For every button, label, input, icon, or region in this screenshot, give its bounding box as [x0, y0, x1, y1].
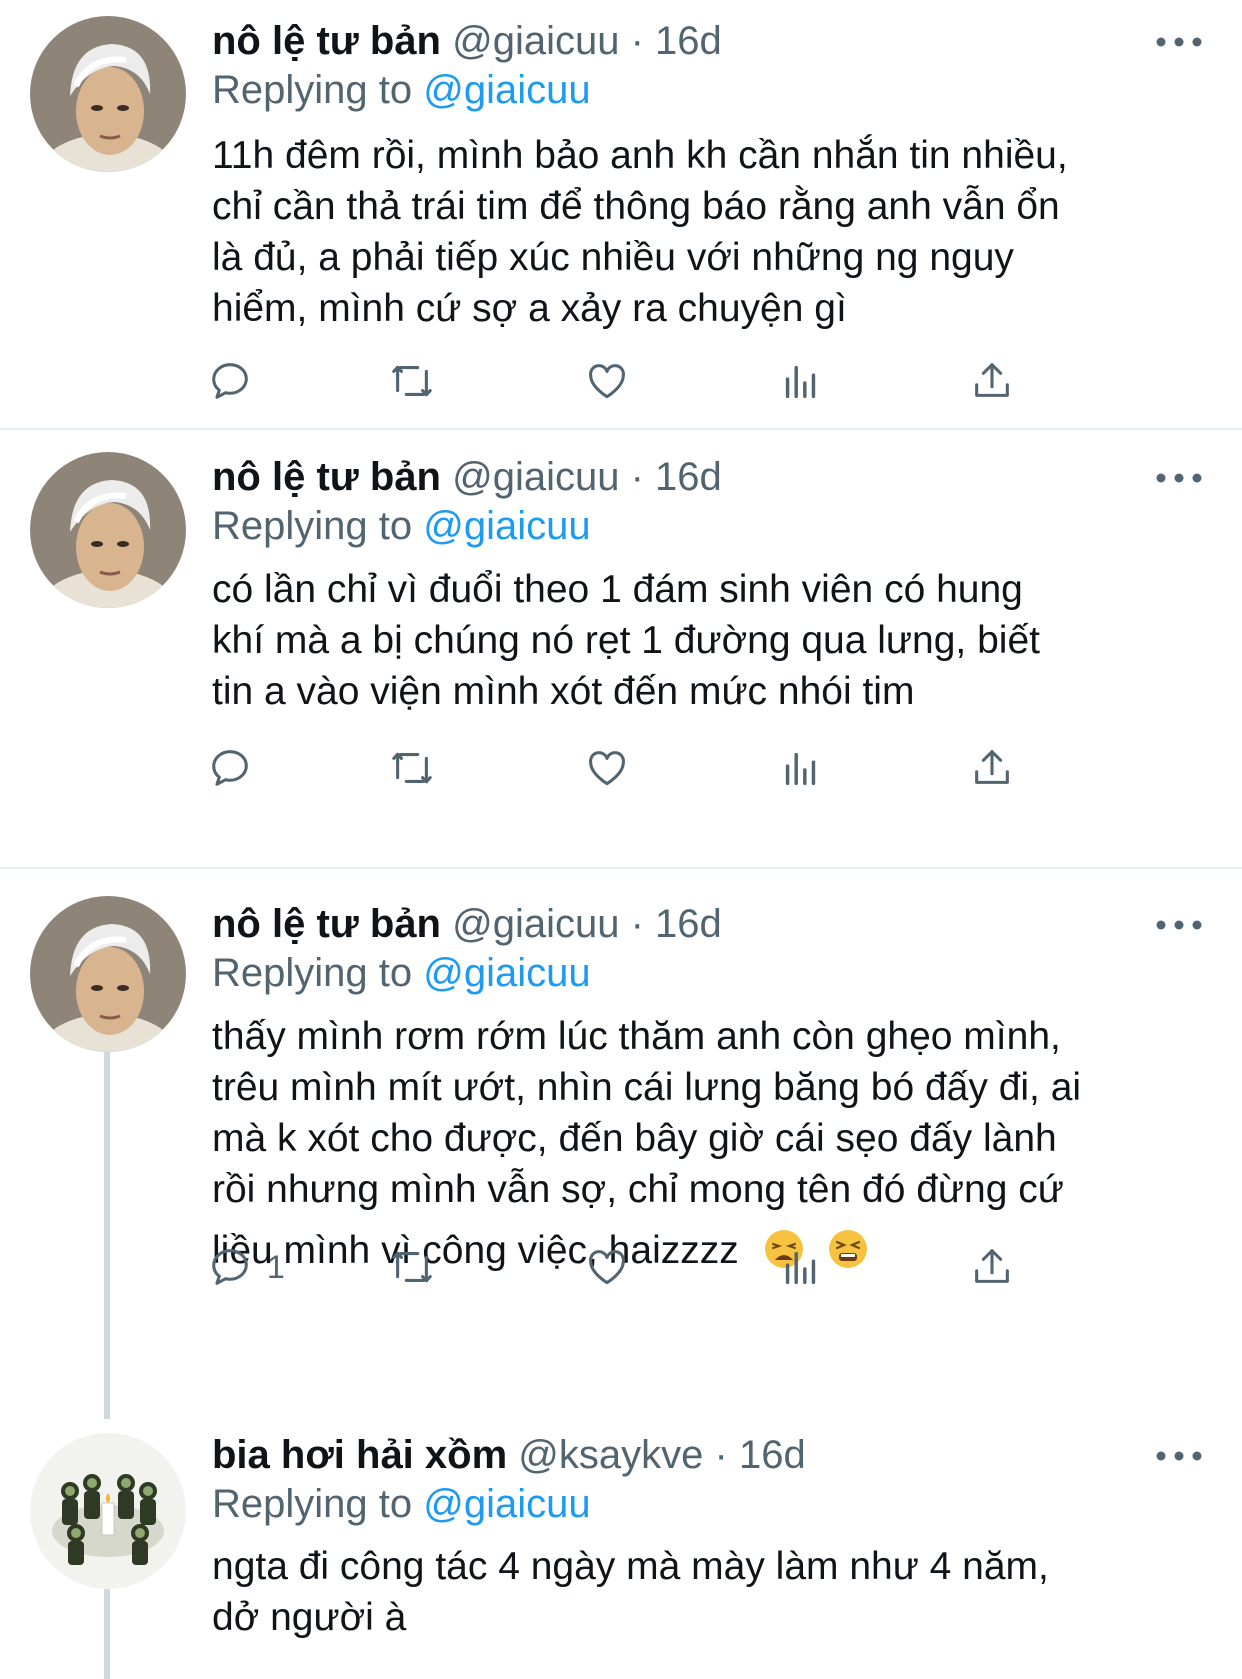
- thread-line: [104, 1049, 110, 1419]
- mention-link[interactable]: @giaicuu: [423, 951, 590, 995]
- share-icon: [975, 750, 1009, 784]
- reply-icon: [212, 363, 248, 399]
- tweet-text-line: chỉ cần thả trái tim để thông báo rằng a…: [212, 185, 1060, 228]
- mention-link[interactable]: @giaicuu: [423, 1482, 590, 1526]
- mention-link[interactable]: @giaicuu: [423, 68, 590, 112]
- reply-icon: [212, 1249, 248, 1285]
- timestamp[interactable]: 16d: [655, 19, 722, 63]
- tweet-text-line: khí mà a bị chúng nó rẹt 1 đường qua lưn…: [212, 619, 1040, 662]
- thread-line: [104, 1589, 110, 1679]
- display-name[interactable]: nô lệ tư bản: [212, 902, 441, 946]
- user-handle[interactable]: @ksaykve: [518, 1433, 703, 1477]
- tweet-text: ngta đi công tác 4 ngày mà mày làm như 4…: [212, 1541, 1202, 1643]
- tweet-header: nô lệ tư bản @giaicuu · 16d: [212, 17, 722, 65]
- like-button[interactable]: [584, 353, 630, 409]
- retweet-icon: [392, 365, 432, 397]
- tweet-text-line: hiểm, mình cứ sợ a xảy ra chuyện gì: [212, 287, 847, 330]
- reply-button[interactable]: [207, 740, 267, 796]
- mention-link[interactable]: @giaicuu: [423, 504, 590, 548]
- tweet-3[interactable]: nô lệ tư bản @giaicuu · 16d Replying to …: [0, 869, 1242, 1429]
- tweet-text-line: rồi nhưng mình vẫn sợ, chỉ mong tên đó đ…: [212, 1168, 1064, 1211]
- retweet-button[interactable]: [389, 353, 435, 409]
- tweet-2[interactable]: nô lệ tư bản @giaicuu · 16d Replying to …: [0, 430, 1242, 866]
- separator-dot: ·: [630, 455, 644, 499]
- timestamp[interactable]: 16d: [739, 1433, 806, 1477]
- heart-icon: [589, 751, 625, 786]
- tweet-text-line: 11h đêm rồi, mình bảo anh kh cần nhắn ti…: [212, 134, 1068, 177]
- reply-count: 1: [267, 1248, 285, 1285]
- analytics-icon: [785, 752, 816, 786]
- replying-to-label: Replying to: [212, 68, 424, 112]
- timestamp[interactable]: 16d: [655, 455, 722, 499]
- tweet-text-line: trêu mình mít ướt, nhìn cái lưng băng bó…: [212, 1066, 1082, 1109]
- tweet-1[interactable]: nô lệ tư bản @giaicuu · 16d Replying to …: [0, 0, 1242, 430]
- user-handle[interactable]: @giaicuu: [452, 455, 619, 499]
- display-name[interactable]: bia hơi hải xồm: [212, 1433, 507, 1477]
- separator-dot: ·: [630, 902, 644, 946]
- heart-icon: [589, 364, 625, 399]
- reply-button[interactable]: 1: [207, 1239, 285, 1295]
- tweet-text: thấy mình rơm rớm lúc thăm anh còn ghẹo …: [212, 1011, 1202, 1276]
- tweet-header: nô lệ tư bản @giaicuu · 16d: [212, 900, 722, 948]
- retweet-icon: [392, 1251, 432, 1283]
- more-icon[interactable]: [1154, 915, 1204, 935]
- retweet-icon: [392, 752, 432, 784]
- analytics-button[interactable]: [778, 740, 824, 796]
- user-handle[interactable]: @giaicuu: [452, 902, 619, 946]
- separator-dot: ·: [630, 19, 644, 63]
- tweet-header: nô lệ tư bản @giaicuu · 16d: [212, 453, 722, 501]
- tweet-text-line: tin a vào viện mình xót đến mức nhói tim: [212, 670, 915, 713]
- analytics-button[interactable]: [778, 353, 824, 409]
- tweet-text: có lần chỉ vì đuổi theo 1 đám sinh viên …: [212, 564, 1202, 717]
- avatar[interactable]: [30, 452, 186, 608]
- share-button[interactable]: [969, 1239, 1015, 1295]
- reply-icon: [212, 750, 248, 786]
- tweet-text-line: mà k xót cho được, đến bây giờ cái sẹo đ…: [212, 1117, 1057, 1160]
- analytics-button[interactable]: [778, 1239, 824, 1295]
- tweet-4[interactable]: bia hơi hải xồm @ksaykve · 16d Replying …: [0, 1429, 1242, 1679]
- display-name[interactable]: nô lệ tư bản: [212, 19, 441, 63]
- analytics-icon: [785, 1251, 816, 1285]
- retweet-button[interactable]: [389, 740, 435, 796]
- replying-to-label: Replying to: [212, 1482, 424, 1526]
- replying-to-label: Replying to: [212, 504, 424, 548]
- tweet-text-line: thấy mình rơm rớm lúc thăm anh còn ghẹo …: [212, 1015, 1061, 1058]
- replying-to: Replying to @giaicuu: [212, 949, 591, 997]
- timestamp[interactable]: 16d: [655, 902, 722, 946]
- more-icon[interactable]: [1154, 1446, 1204, 1466]
- like-button[interactable]: [584, 740, 630, 796]
- tweet-text-line: ngta đi công tác 4 ngày mà mày làm như 4…: [212, 1545, 1049, 1588]
- replying-to: Replying to @giaicuu: [212, 502, 591, 550]
- reply-button[interactable]: [207, 353, 267, 409]
- display-name[interactable]: nô lệ tư bản: [212, 455, 441, 499]
- share-button[interactable]: [969, 740, 1015, 796]
- action-bar: [212, 740, 1112, 796]
- analytics-icon: [785, 365, 816, 399]
- tweet-text-line: có lần chỉ vì đuổi theo 1 đám sinh viên …: [212, 568, 1023, 611]
- tweet-text-line: dở người à: [212, 1596, 407, 1639]
- replying-to: Replying to @giaicuu: [212, 66, 591, 114]
- tweet-text-line: là đủ, a phải tiếp xúc nhiều với những n…: [212, 236, 1014, 279]
- avatar[interactable]: [30, 16, 186, 172]
- heart-icon: [589, 1250, 625, 1285]
- tweet-text: 11h đêm rồi, mình bảo anh kh cần nhắn ti…: [212, 130, 1202, 334]
- replying-to-label: Replying to: [212, 951, 424, 995]
- more-icon[interactable]: [1154, 32, 1204, 52]
- action-bar: [212, 353, 1112, 409]
- share-button[interactable]: [969, 353, 1015, 409]
- user-handle[interactable]: @giaicuu: [452, 19, 619, 63]
- tweet-header: bia hơi hải xồm @ksaykve · 16d: [212, 1431, 806, 1479]
- action-bar: 1: [212, 1239, 1112, 1295]
- retweet-button[interactable]: [389, 1239, 435, 1295]
- share-icon: [975, 1249, 1009, 1283]
- more-icon[interactable]: [1154, 468, 1204, 488]
- like-button[interactable]: [584, 1239, 630, 1295]
- avatar[interactable]: [30, 896, 186, 1052]
- replying-to: Replying to @giaicuu: [212, 1480, 591, 1528]
- share-icon: [975, 363, 1009, 397]
- avatar[interactable]: [30, 1433, 186, 1589]
- separator-dot: ·: [714, 1433, 728, 1477]
